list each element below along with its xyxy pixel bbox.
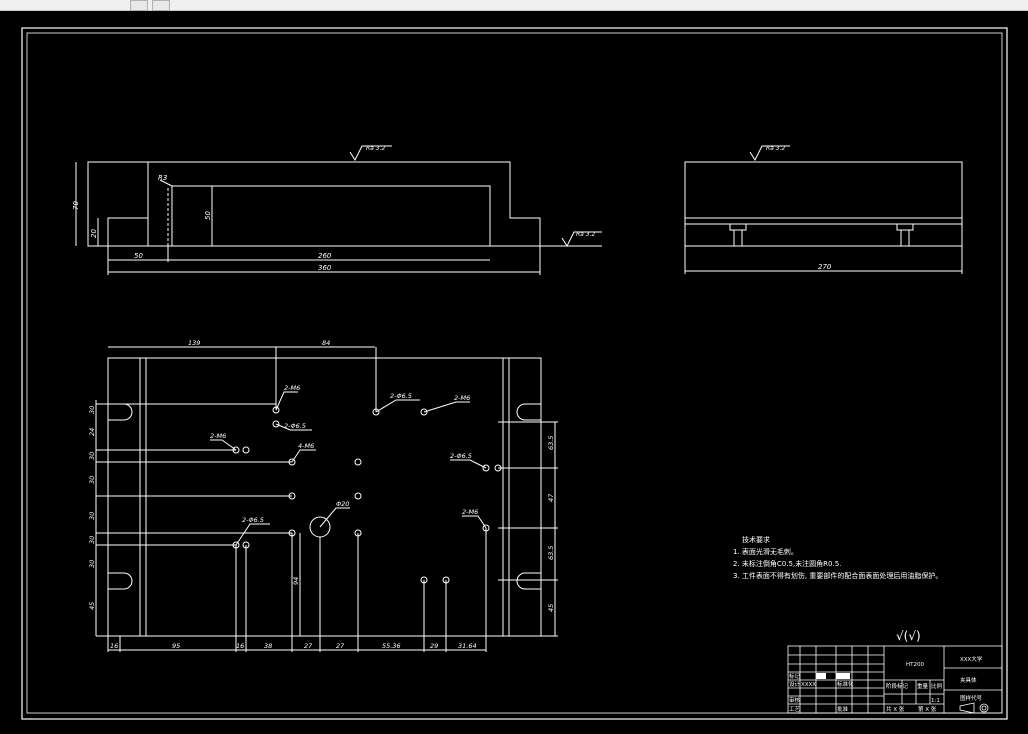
layer-icon[interactable] xyxy=(152,0,170,11)
roughness-top: Ra 3.2 xyxy=(366,145,385,152)
callout-1: 2-M6 xyxy=(284,384,300,392)
title-part-name: 夹具体 xyxy=(960,676,977,684)
title-material: HT200 xyxy=(906,662,924,668)
title-block-fill-2 xyxy=(836,673,850,679)
dim-top-360: 360 xyxy=(318,264,332,272)
dim-top-r3: R3 xyxy=(158,174,167,182)
callout-10: 2-M6 xyxy=(462,508,478,516)
dim-left-2: 24 xyxy=(88,428,96,436)
dim-right-2: 47 xyxy=(547,493,555,502)
callout-2: 2-Φ6.5 xyxy=(284,422,306,430)
dim-left-5: 30 xyxy=(88,512,96,520)
redo-icon[interactable] xyxy=(130,0,148,11)
label-sheet-total: 共 X 张 xyxy=(886,705,905,713)
dim-top-left-50: 50 xyxy=(134,252,143,260)
dim-bottom-7: 55.36 xyxy=(382,642,401,650)
roughness-summary-symbol: √(√) xyxy=(896,629,921,643)
dim-bottom-5: 27 xyxy=(304,642,313,650)
dim-side-270: 270 xyxy=(818,263,832,271)
canvas-background xyxy=(1,12,1027,733)
dim-right-1: 63.5 xyxy=(547,436,555,450)
title-scale: 1:1 xyxy=(931,698,940,704)
callout-4: 2-M6 xyxy=(454,394,470,402)
callout-3: 2-Φ6.5 xyxy=(390,392,412,400)
dim-bottom-2: 95 xyxy=(172,642,180,650)
dim-right-3: 63.5 xyxy=(547,546,555,560)
callout-6: 4-M6 xyxy=(298,442,314,450)
dim-left-6: 30 xyxy=(88,536,96,544)
dim-left-4: 30 xyxy=(88,476,96,484)
callout-5: 2-M6 xyxy=(210,432,226,440)
callout-8: Φ20 xyxy=(336,500,349,508)
label-design: 设计 xyxy=(789,680,801,688)
dim-mid-94: 94 xyxy=(292,577,300,585)
roughness-side: Ra 3.2 xyxy=(766,145,785,152)
label-weight: 重量 xyxy=(917,682,929,690)
label-mark: 标记 xyxy=(789,672,801,680)
callout-7: 2-Φ6.5 xyxy=(450,452,472,460)
dim-top-260: 260 xyxy=(318,252,332,260)
tech-req-item-2: 2. 未标注倒角C0.5,未注圆角R0.5. xyxy=(733,559,841,568)
dim-bottom-8: 29 xyxy=(430,642,438,650)
cad-drawing: 70 20 R3 50 50 260 360 Ra 3.2 Ra 3.2 270… xyxy=(1,12,1027,733)
dim-bottom-1: 16 xyxy=(110,642,118,650)
dim-bottom-4: 38 xyxy=(264,642,272,650)
dim-bottom-6: 27 xyxy=(336,642,345,650)
dim-top-20: 20 xyxy=(90,229,98,238)
label-ratio: 比例 xyxy=(931,682,943,690)
cad-app-window: 70 20 R3 50 50 260 360 Ra 3.2 Ra 3.2 270… xyxy=(0,0,1028,734)
dim-top-70: 70 xyxy=(72,201,80,210)
label-approve: 批准 xyxy=(837,705,849,713)
dim-left-8: 45 xyxy=(88,602,96,610)
callout-9: 2-Φ6.5 xyxy=(242,516,264,524)
title-school: XXX大学 xyxy=(960,655,983,663)
dim-top-50: 50 xyxy=(204,211,212,220)
dim-bottom-9: 31.64 xyxy=(458,642,477,650)
label-xxxx: XXXX xyxy=(801,682,816,688)
title-drawing-no: 图样代号 xyxy=(960,694,983,702)
dim-right-4: 45 xyxy=(547,604,555,612)
tech-req-title: 技术要求 xyxy=(742,535,770,544)
dim-left-7: 30 xyxy=(88,560,96,568)
label-stage-mark: 阶段标记 xyxy=(886,682,909,690)
roughness-right: Ra 3.2 xyxy=(576,231,595,238)
dim-left-1: 30 xyxy=(88,406,96,414)
drawing-canvas[interactable]: 70 20 R3 50 50 260 360 Ra 3.2 Ra 3.2 270… xyxy=(0,11,1028,734)
dim-plan-139: 139 xyxy=(188,339,200,347)
tech-req-item-3: 3. 工件表面不得有划伤, 重要部件的配合面表面处理后用油脂保护。 xyxy=(733,571,942,580)
label-std: 标准化 xyxy=(837,680,854,688)
title-block-fill-1 xyxy=(816,673,826,679)
dim-left-3: 30 xyxy=(88,452,96,460)
tech-req-item-1: 1. 表面光滑无毛刺。 xyxy=(733,547,798,556)
label-craft: 工艺 xyxy=(789,706,801,713)
dim-bottom-3: 16 xyxy=(236,642,244,650)
dim-plan-84: 84 xyxy=(322,339,330,347)
toolbar xyxy=(0,0,1028,11)
label-check: 审核 xyxy=(789,696,801,704)
label-sheet-no: 第 X 张 xyxy=(918,705,937,713)
